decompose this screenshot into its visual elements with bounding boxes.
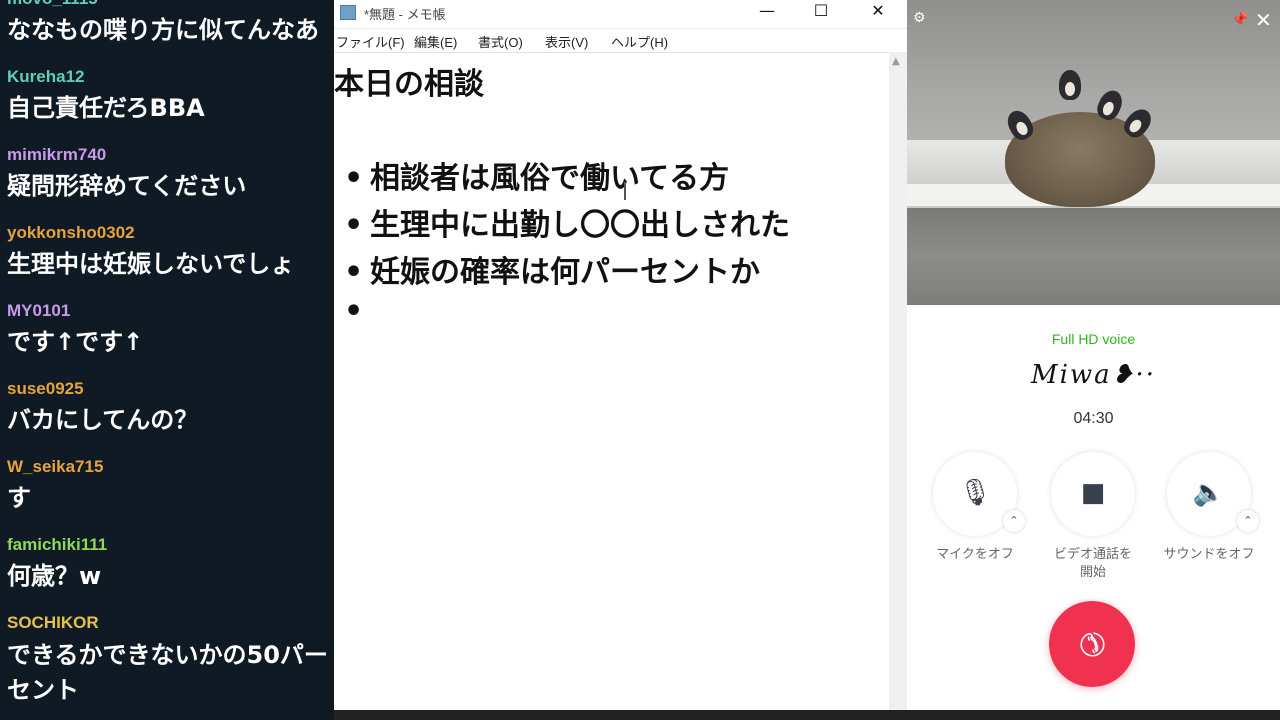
taskbar-strip <box>334 710 907 720</box>
start-video-button[interactable]: ■ <box>1051 452 1135 536</box>
chat-username: yokkonsho0302 <box>7 223 135 242</box>
notepad-app-icon <box>340 5 356 20</box>
chat-username: W_seika715 <box>7 457 104 476</box>
chat-message: famichiki111 何歳？w <box>7 534 334 612</box>
bullet-glyph: • <box>344 208 364 243</box>
chat-username: famichiki111 <box>7 535 108 554</box>
chat-username: MY0101 <box>7 301 71 320</box>
microphone-icon: 🎙 <box>958 478 992 508</box>
chat-message-list: movo_1115 ななもの喋り方に似てんなあ Kureha12 自己責任だろB… <box>0 0 334 704</box>
chat-text: ななもの喋り方に似てんなあ <box>7 16 319 44</box>
window-title: *無題 - メモ帳 <box>364 7 446 22</box>
chat-message: movo_1115 ななもの喋り方に似てんなあ <box>7 0 334 66</box>
chat-text: できるかできないかの50パーセント <box>7 641 328 704</box>
hang-up-phone-icon: ✆ <box>1069 621 1115 667</box>
menu-file[interactable]: ファイル(F) <box>336 32 405 51</box>
minimize-button[interactable]: — <box>744 0 790 24</box>
note-line-text: 妊娠の確率は何パーセントか <box>370 255 760 290</box>
note-line: • 生理中に出勤し〇〇出しされた <box>344 200 790 244</box>
text-editor-area[interactable]: 本日の相談 • 相談者は風俗で働いてる方 • 生理中に出勤し〇〇出しされた • 妊娠の… <box>334 52 889 713</box>
chat-message: suse0925 バカにしてんの？ <box>7 378 334 456</box>
mic-options-caret-icon[interactable]: ⌃ <box>1003 510 1025 532</box>
chat-message: yokkonsho0302 生理中は妊娠しないでしょ <box>7 222 334 300</box>
call-quality-status: Full HD voice <box>1051 331 1136 347</box>
chat-text: す <box>7 484 31 512</box>
chat-username: SOCHIKOR <box>7 613 99 632</box>
taskbar-strip <box>907 710 1280 720</box>
menu-bar: ファイル(F) 編集(E) 書式(O) 表示(V) ヘルプ(H) <box>334 29 907 51</box>
note-line-text: 生理中に出勤し〇〇出しされた <box>370 208 790 243</box>
close-icon[interactable]: ✕ <box>1255 8 1272 32</box>
caller-name: Miwa❥·· <box>1030 360 1156 390</box>
menu-format[interactable]: 書式(O) <box>478 32 523 51</box>
bullet-glyph: • <box>344 255 364 290</box>
note-line: • 相談者は風俗で働いてる方 <box>344 153 729 197</box>
mute-mic-control: 🎙 ⌃ マイクをオフ <box>915 452 1035 564</box>
call-timer: 04:30 <box>1073 410 1114 427</box>
chat-message: MY0101 です↑です↑ <box>7 300 334 378</box>
chat-text: 何歳？w <box>7 562 102 590</box>
video-call-control: ■ ビデオ通話を開始 <box>1033 452 1153 582</box>
chat-text: です↑です↑ <box>7 328 144 356</box>
chat-username: movo_1115 <box>7 0 334 14</box>
title-bar[interactable]: *無題 - メモ帳 — ☐ ✕ <box>334 0 907 29</box>
video-preview: ⚙ 📌 ✕ <box>907 0 1280 305</box>
end-call-button[interactable]: ✆ <box>1049 601 1135 687</box>
maximize-button[interactable]: ☐ <box>798 0 844 24</box>
video-camera-icon: ■ <box>1080 478 1106 508</box>
note-line-text: 相談者は風俗で働いてる方 <box>370 161 730 196</box>
pin-icon[interactable]: 📌 <box>1231 12 1248 28</box>
chat-message: SOCHIKOR できるかできないかの50パーセント <box>7 612 334 704</box>
sound-options-caret-icon[interactable]: ⌃ <box>1237 510 1259 532</box>
menu-edit[interactable]: 編集(E) <box>414 32 457 51</box>
video-wall-lower <box>907 208 1280 305</box>
notepad-window: *無題 - メモ帳 — ☐ ✕ ファイル(F) 編集(E) 書式(O) 表示(V… <box>334 0 907 720</box>
chat-message: mimikrm740 疑問形辞めてください <box>7 144 334 222</box>
chat-message: Kureha12 自己責任だろBBA <box>7 66 334 144</box>
mute-mic-button[interactable]: 🎙 ⌃ <box>933 452 1025 536</box>
chat-text: 自己責任だろBBA <box>7 94 205 122</box>
note-line: • 妊娠の確率は何パーセントか <box>344 247 760 291</box>
mute-mic-label: マイクをオフ <box>936 547 1014 562</box>
chat-username: Kureha12 <box>7 67 85 86</box>
sound-control: 🔈 ⌃ サウンドをオフ <box>1149 452 1269 564</box>
chat-text: バカにしてんの？ <box>7 406 199 434</box>
note-line: • <box>344 294 370 329</box>
chat-username: suse0925 <box>7 379 84 398</box>
chat-text: 生理中は妊娠しないでしょ <box>7 250 295 278</box>
settings-gear-icon[interactable]: ⚙ <box>913 10 926 26</box>
close-button[interactable]: ✕ <box>855 0 901 24</box>
bullet-glyph: • <box>344 294 364 329</box>
menu-help[interactable]: ヘルプ(H) <box>611 32 668 51</box>
voice-call-window: ⚙ 📌 ✕ Full HD voice Miwa❥·· 04:30 🎙 ⌃ マイ… <box>907 0 1280 720</box>
start-video-label: ビデオ通話を開始 <box>1053 547 1132 580</box>
speaker-icon: 🔈 <box>1192 478 1226 508</box>
vertical-scrollbar[interactable]: ▲ <box>889 52 907 712</box>
scroll-up-arrow-icon[interactable]: ▲ <box>892 56 900 67</box>
chat-username: mimikrm740 <box>7 145 107 164</box>
mouse-cursor-icon <box>624 182 626 200</box>
swallow-chick-image <box>1059 70 1081 100</box>
chat-panel: movo_1115 ななもの喋り方に似てんなあ Kureha12 自己責任だろB… <box>0 0 334 720</box>
menu-view[interactable]: 表示(V) <box>545 32 588 51</box>
mute-sound-button[interactable]: 🔈 ⌃ <box>1167 452 1259 536</box>
mute-sound-label: サウンドをオフ <box>1163 547 1255 562</box>
chat-text: 疑問形辞めてください <box>7 172 247 200</box>
bullet-glyph: • <box>344 161 364 196</box>
chat-message: W_seika715 す <box>7 456 334 534</box>
note-heading: 本日の相談 <box>334 67 484 102</box>
